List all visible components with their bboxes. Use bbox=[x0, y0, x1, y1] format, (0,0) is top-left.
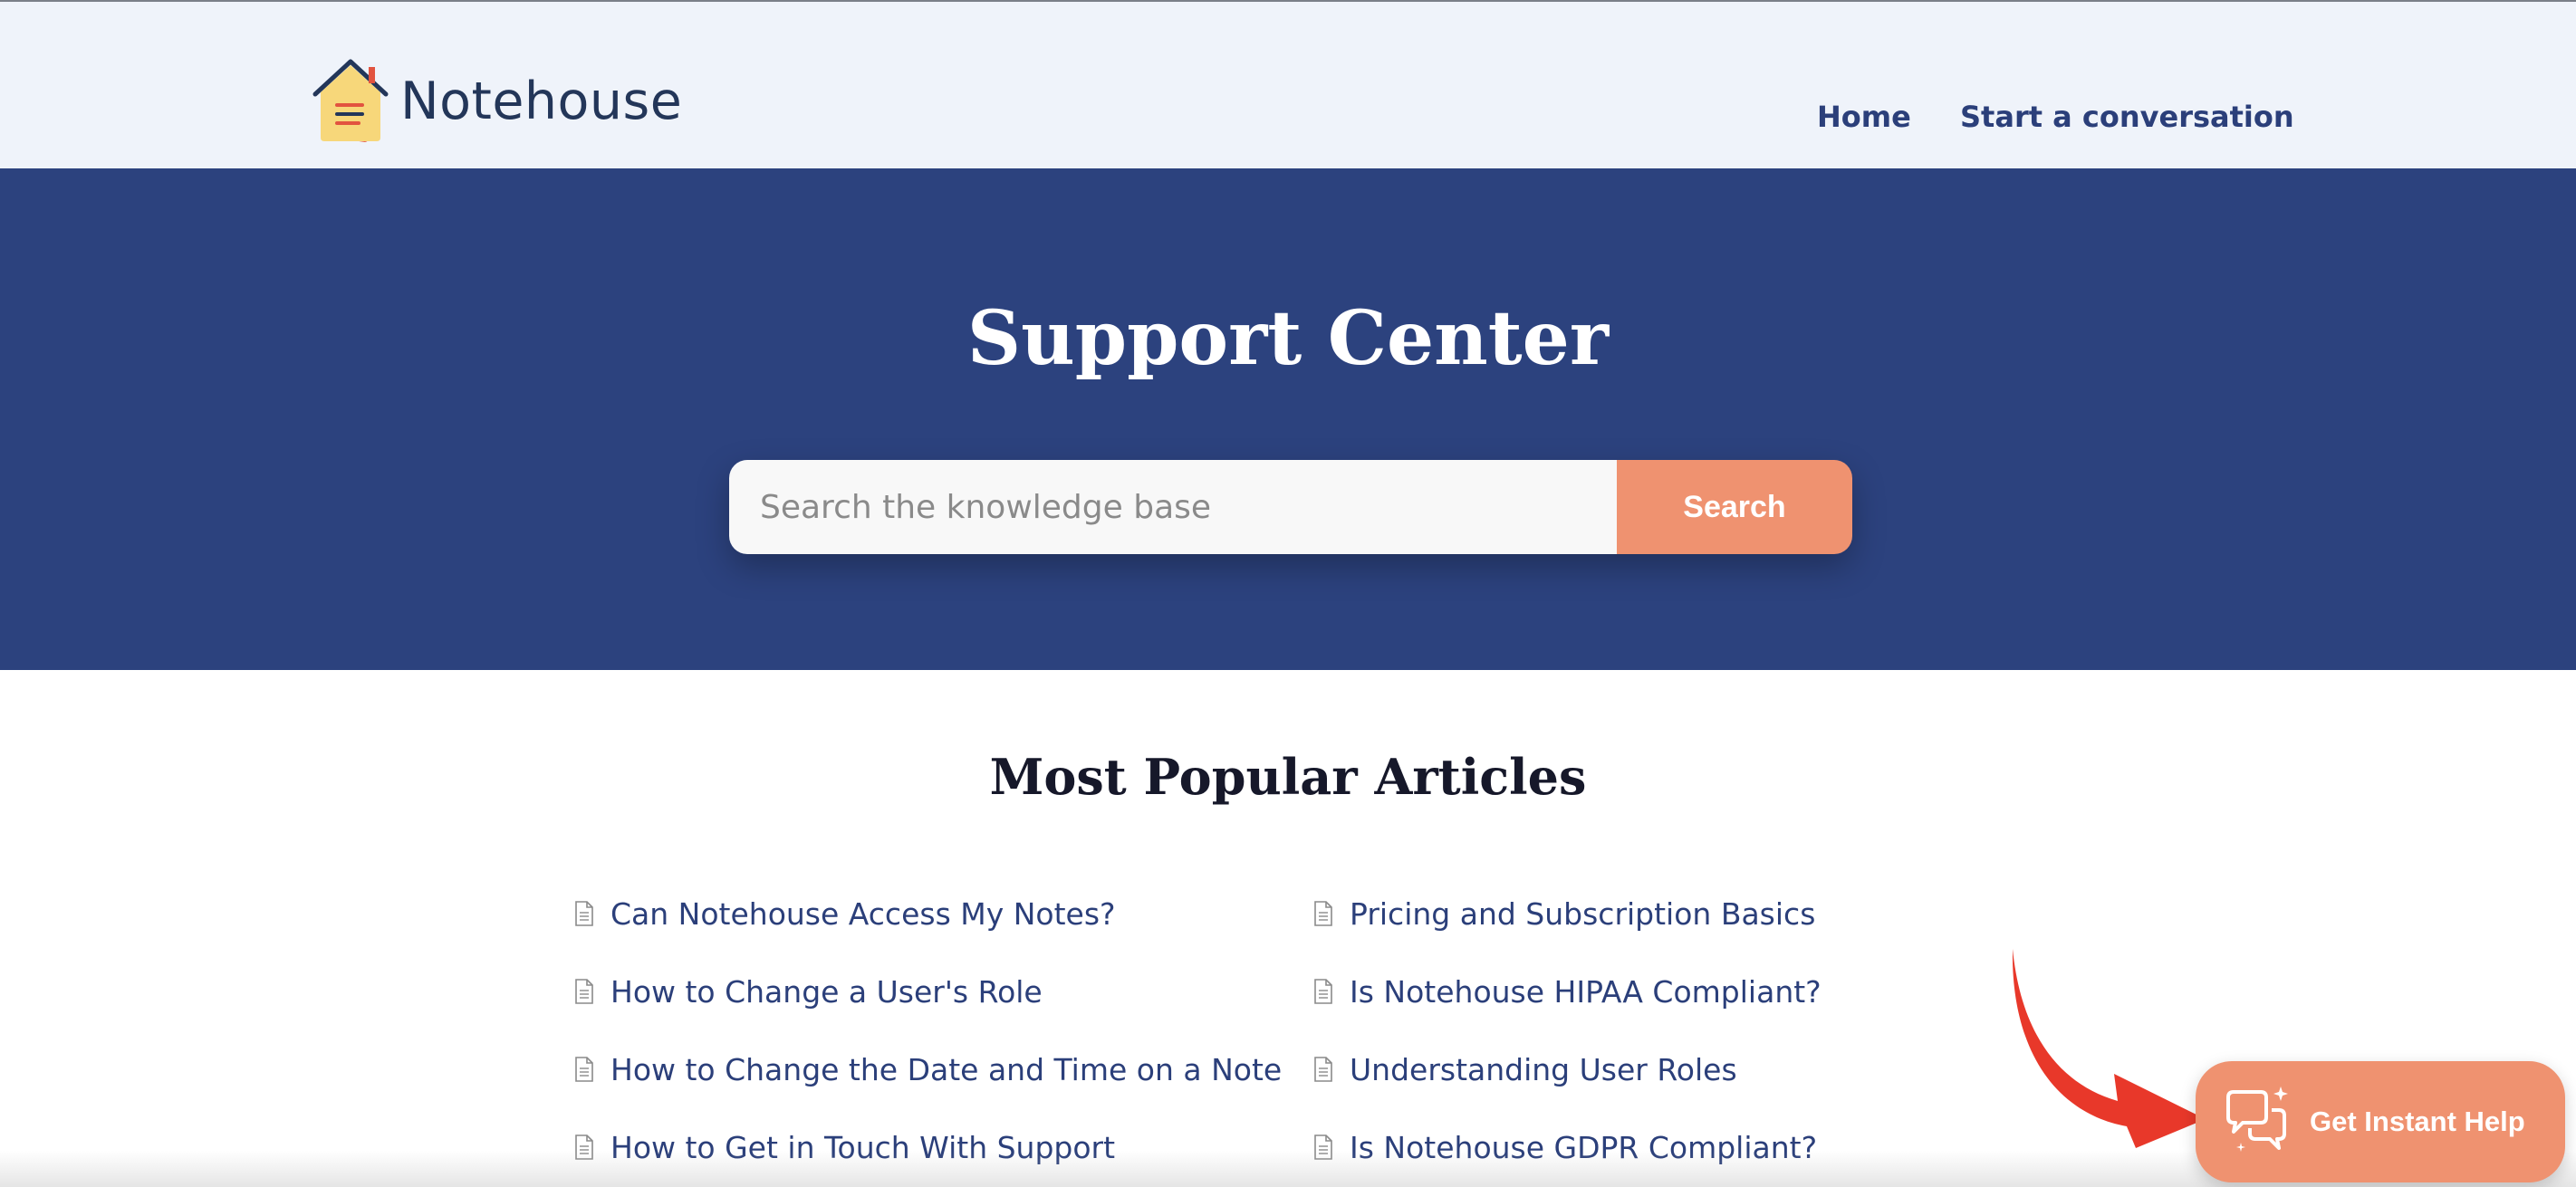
document-icon bbox=[1314, 979, 1332, 1004]
bottom-shadow bbox=[0, 1151, 2576, 1187]
document-icon bbox=[575, 979, 593, 1004]
help-button-label: Get Instant Help bbox=[2310, 1106, 2525, 1137]
brand-logo[interactable]: Notehouse bbox=[312, 54, 682, 148]
document-icon bbox=[575, 1057, 593, 1082]
article-title: Can Notehouse Access My Notes? bbox=[610, 895, 1116, 932]
nav-link-start-conversation[interactable]: Start a conversation bbox=[1960, 100, 2294, 134]
article-title: Pricing and Subscription Basics bbox=[1350, 895, 1816, 932]
article-link[interactable]: How to Change the Date and Time on a Not… bbox=[574, 1030, 1282, 1108]
article-link[interactable]: Can Notehouse Access My Notes? bbox=[574, 875, 1116, 952]
nav-link-home[interactable]: Home bbox=[1817, 100, 1911, 134]
hero-banner: Support Center Search bbox=[0, 168, 2576, 670]
article-title: How to Change the Date and Time on a Not… bbox=[610, 1051, 1283, 1087]
popular-articles-heading: Most Popular Articles bbox=[989, 748, 1587, 806]
search-bar: Search bbox=[729, 460, 1852, 554]
article-link[interactable]: How to Change a User's Role bbox=[574, 952, 1043, 1030]
document-icon bbox=[1314, 901, 1332, 926]
brand-name: Notehouse bbox=[400, 72, 683, 131]
chat-sparkle-icon bbox=[2226, 1086, 2288, 1152]
article-link[interactable]: Is Notehouse HIPAA Compliant? bbox=[1313, 952, 1821, 1030]
site-header: Notehouse Home Start a conversation bbox=[0, 2, 2576, 168]
red-arrow-icon bbox=[2012, 949, 2206, 1148]
search-button[interactable]: Search bbox=[1617, 460, 1852, 554]
article-link[interactable]: Pricing and Subscription Basics bbox=[1313, 875, 1815, 952]
search-input[interactable] bbox=[729, 460, 1617, 554]
page-title: Support Center bbox=[966, 295, 1610, 382]
house-logo-icon bbox=[312, 59, 389, 142]
article-title: How to Change a User's Role bbox=[610, 973, 1043, 1010]
document-icon bbox=[575, 901, 593, 926]
document-icon bbox=[1314, 1057, 1332, 1082]
article-title: Is Notehouse HIPAA Compliant? bbox=[1350, 973, 1821, 1010]
article-link[interactable]: Understanding User Roles bbox=[1313, 1030, 1737, 1108]
article-title: Understanding User Roles bbox=[1350, 1051, 1737, 1087]
get-instant-help-button[interactable]: Get Instant Help bbox=[2196, 1061, 2565, 1182]
